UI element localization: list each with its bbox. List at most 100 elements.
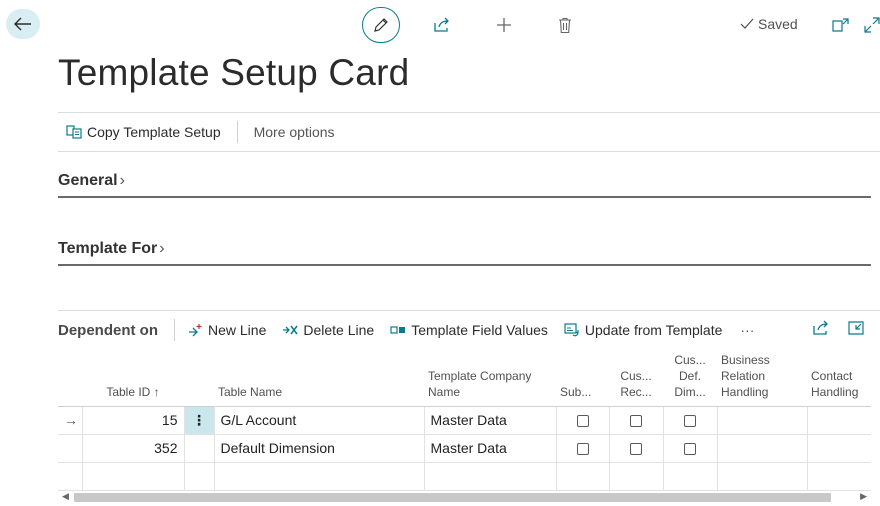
table-row[interactable]: 352 Default Dimension Master Data bbox=[58, 434, 871, 463]
menu-column-header bbox=[184, 349, 214, 407]
column-header-table-name[interactable]: Table Name bbox=[214, 349, 424, 407]
empty-cell[interactable] bbox=[716, 462, 807, 491]
fasttab-general[interactable]: General › bbox=[58, 172, 871, 198]
column-header-table-id[interactable]: Table ID ↑ bbox=[82, 349, 184, 407]
header-line: Business bbox=[721, 352, 770, 367]
row-menu-button[interactable]: ⋮ bbox=[183, 406, 214, 435]
column-header-template-company[interactable]: Template Company Name bbox=[424, 349, 556, 407]
sub-checkbox[interactable] bbox=[576, 415, 589, 428]
header-line: Cus... bbox=[620, 368, 652, 383]
cus-rec-checkbox-cell bbox=[608, 434, 663, 463]
table-row-empty[interactable] bbox=[58, 462, 871, 491]
update-template-icon bbox=[564, 322, 579, 336]
empty-cell[interactable] bbox=[213, 462, 424, 491]
arrow-left-icon bbox=[14, 17, 31, 31]
business-relation-handling-cell[interactable] bbox=[716, 406, 807, 435]
update-from-template-label: Update from Template bbox=[584, 322, 723, 338]
header-line: Handling bbox=[811, 384, 859, 399]
column-header-cus-def-dim[interactable]: Cus... Def. Dim... bbox=[663, 349, 717, 407]
more-actions-button[interactable]: ··· bbox=[740, 322, 754, 338]
expand-button[interactable] bbox=[860, 13, 880, 37]
new-line-button[interactable]: New Line bbox=[187, 322, 266, 338]
pencil-icon bbox=[374, 18, 388, 32]
top-actions bbox=[362, 7, 400, 43]
header-line: Relation bbox=[721, 368, 766, 383]
trash-icon bbox=[559, 17, 571, 33]
sub-checkbox-cell bbox=[555, 406, 609, 435]
cus-def-dim-checkbox[interactable] bbox=[684, 443, 696, 456]
update-from-template-button[interactable]: Update from Template bbox=[564, 322, 722, 338]
copy-template-setup-button[interactable]: Copy Template Setup bbox=[58, 124, 229, 140]
fasttab-template-for[interactable]: Template For › bbox=[58, 240, 871, 266]
delete-line-button[interactable]: Delete Line bbox=[282, 322, 374, 338]
action-separator bbox=[236, 121, 238, 143]
header-line: Template Company bbox=[428, 368, 532, 383]
template-company-cell[interactable]: Master Data bbox=[423, 434, 556, 463]
template-field-values-button[interactable]: Template Field Values bbox=[390, 322, 548, 338]
sub-checkbox[interactable] bbox=[576, 443, 589, 456]
column-header-cus-rec[interactable]: Cus... Rec... bbox=[609, 349, 663, 407]
delete-line-label: Delete Line bbox=[303, 322, 375, 338]
header-line: Contact bbox=[811, 368, 853, 383]
scrollbar-thumb[interactable] bbox=[74, 493, 831, 502]
row-marker-cell bbox=[58, 434, 82, 463]
scroll-left-icon[interactable]: ◀ bbox=[62, 491, 69, 502]
empty-cell[interactable] bbox=[662, 462, 717, 491]
header-line: Def. bbox=[678, 368, 701, 383]
contact-handling-cell[interactable] bbox=[806, 406, 871, 435]
table-id-cell[interactable]: 352 bbox=[81, 434, 184, 463]
row-marker-arrow-icon: → bbox=[58, 406, 82, 435]
empty-cell[interactable] bbox=[423, 462, 556, 491]
delete-line-icon bbox=[283, 325, 298, 335]
table-header-row: Table ID ↑ Table Name Template Company Na… bbox=[58, 349, 871, 407]
edit-button[interactable] bbox=[362, 7, 400, 43]
saved-status: Saved bbox=[740, 16, 798, 32]
contact-handling-cell[interactable] bbox=[806, 434, 871, 463]
header-line: Cus... bbox=[674, 352, 706, 367]
dependent-on-action-bar: Dependent on New Line Delete Line Templa… bbox=[58, 310, 880, 349]
expand-icon bbox=[864, 17, 880, 33]
table-name-cell[interactable]: Default Dimension bbox=[213, 434, 424, 463]
chevron-right-icon: › bbox=[159, 240, 165, 257]
column-header-business-relation-handling[interactable]: Business Relation Handling bbox=[717, 349, 807, 407]
cus-def-dim-checkbox-cell bbox=[662, 406, 717, 435]
fasttab-general-label: General bbox=[58, 172, 118, 189]
page-title: Template Setup Card bbox=[58, 52, 410, 93]
table-id-cell[interactable]: 15 bbox=[81, 406, 184, 435]
open-new-window-button[interactable] bbox=[828, 13, 852, 37]
table-name-cell[interactable]: G/L Account bbox=[213, 406, 424, 435]
header-line: Handling bbox=[721, 384, 769, 399]
field-values-icon bbox=[390, 326, 406, 334]
action-bar: Copy Template Setup More options bbox=[58, 112, 880, 152]
empty-cell[interactable] bbox=[555, 462, 609, 491]
cus-rec-checkbox[interactable] bbox=[630, 443, 642, 456]
more-options-button[interactable]: More options bbox=[246, 124, 343, 140]
template-company-cell[interactable]: Master Data bbox=[423, 406, 556, 435]
empty-cell[interactable] bbox=[608, 462, 663, 491]
open-in-new-window-icon bbox=[831, 17, 849, 32]
cus-def-dim-checkbox[interactable] bbox=[684, 415, 696, 428]
scroll-right-icon[interactable]: ▶ bbox=[860, 491, 867, 502]
cus-def-dim-checkbox-cell bbox=[662, 434, 717, 463]
header-line: Name bbox=[428, 384, 461, 399]
collapse-icon[interactable] bbox=[848, 320, 864, 335]
new-button[interactable] bbox=[492, 13, 516, 37]
empty-cell[interactable] bbox=[81, 462, 184, 491]
column-header-contact-handling[interactable]: Contact Handling bbox=[807, 349, 871, 407]
row-menu-cell bbox=[183, 434, 214, 463]
saved-label: Saved bbox=[758, 16, 798, 32]
share-button[interactable] bbox=[430, 13, 454, 37]
empty-cell[interactable] bbox=[806, 462, 871, 491]
empty-cell bbox=[58, 462, 82, 491]
table-row[interactable]: → 15 ⋮ G/L Account Master Data bbox=[58, 406, 871, 435]
cus-rec-checkbox[interactable] bbox=[630, 415, 642, 428]
fasttab-template-for-label: Template For bbox=[58, 240, 158, 257]
business-relation-handling-cell[interactable] bbox=[716, 434, 807, 463]
delete-button[interactable] bbox=[553, 13, 577, 37]
cus-rec-checkbox-cell bbox=[608, 406, 663, 435]
sub-right-actions bbox=[812, 320, 864, 336]
share-icon[interactable] bbox=[812, 320, 830, 336]
column-header-sub[interactable]: Sub... bbox=[556, 349, 609, 407]
horizontal-scrollbar[interactable]: ◀ ▶ bbox=[58, 490, 871, 504]
back-button[interactable] bbox=[6, 9, 40, 39]
